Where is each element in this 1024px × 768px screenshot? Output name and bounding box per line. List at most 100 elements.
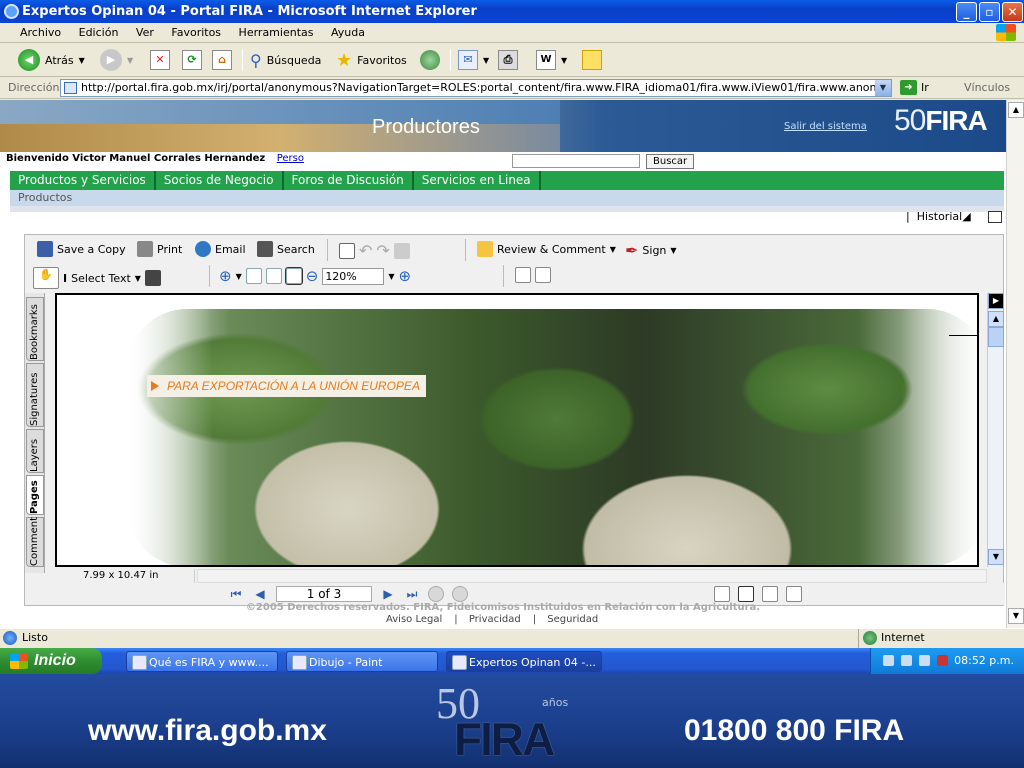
continuous-facing-icon[interactable] <box>786 586 802 602</box>
previous-page-icon[interactable]: ◀ <box>252 587 268 601</box>
footer-link-privacidad[interactable]: Privacidad <box>469 614 521 625</box>
chevron-down-icon[interactable]: ▼ <box>388 272 394 281</box>
edit-word-icon[interactable]: W <box>536 50 556 70</box>
print-button[interactable]: Print <box>157 243 182 256</box>
tab-layers[interactable]: Layers <box>26 429 44 473</box>
nav-socios-negocio[interactable]: Socios de Negocio <box>156 171 284 190</box>
links-label[interactable]: Vínculos <box>964 81 1010 94</box>
zoom-input[interactable]: 120% <box>322 267 385 285</box>
subnav-productos[interactable]: Productos <box>10 190 1004 206</box>
pdf-horizontal-scrollbar[interactable] <box>197 569 987 583</box>
security-shield-icon[interactable] <box>937 655 948 666</box>
task-expertos-opinan[interactable]: Expertos Opinan 04 -... <box>446 651 602 672</box>
next-page-icon[interactable]: ▶ <box>380 587 396 601</box>
previous-view-icon[interactable] <box>428 586 444 602</box>
clock[interactable]: 08:52 p.m. <box>954 648 1014 674</box>
page-menu-icon[interactable] <box>988 211 1002 223</box>
minimize-button[interactable]: _ <box>956 2 977 22</box>
chevron-down-icon[interactable]: ▼ <box>236 272 242 281</box>
search-button[interactable]: Search <box>277 243 315 256</box>
last-page-icon[interactable]: ⏭ <box>404 587 420 602</box>
task-que-es-fira[interactable]: Qué es FIRA y www.... <box>126 651 278 672</box>
zoom-in-circle-icon[interactable]: ⊕ <box>398 267 411 285</box>
facing-icon[interactable] <box>762 586 778 602</box>
scroll-down-icon[interactable]: ▼ <box>1008 608 1024 624</box>
nav-foros-discusion[interactable]: Foros de Discusión <box>284 171 414 190</box>
scroll-down-icon[interactable]: ▼ <box>988 549 1004 565</box>
refresh-icon[interactable]: ⟳ <box>182 50 202 70</box>
search-button[interactable]: Buscar <box>646 154 695 169</box>
select-text-button[interactable]: Select Text <box>71 272 131 285</box>
scroll-up-icon[interactable]: ▲ <box>1008 102 1024 118</box>
task-paint[interactable]: Dibujo - Paint <box>286 651 438 672</box>
chevron-down-icon[interactable]: ▼ <box>79 56 85 65</box>
chevron-down-icon[interactable]: ▼ <box>670 246 676 255</box>
fit-page-icon[interactable] <box>265 268 282 284</box>
scroll-up-icon[interactable]: ▲ <box>988 311 1004 327</box>
snapshot-icon[interactable] <box>144 270 161 286</box>
favorites-button[interactable]: ★ Favoritos <box>336 48 407 72</box>
page-arrow-icon[interactable]: ▶ <box>988 293 1004 309</box>
chevron-down-icon[interactable]: ▼ <box>610 245 616 254</box>
nav-servicios-linea[interactable]: Servicios en Linea <box>414 171 541 190</box>
scroll-thumb[interactable] <box>988 327 1004 347</box>
chevron-down-icon[interactable]: ▼ <box>135 274 141 283</box>
search-button[interactable]: ⚲ Búsqueda <box>250 48 321 72</box>
footer-link-aviso[interactable]: Aviso Legal <box>386 614 442 625</box>
forward-button[interactable]: ▶ ▼ <box>100 48 133 72</box>
copy-icon[interactable] <box>393 242 410 259</box>
back-button[interactable]: ◀ Atrás ▼ <box>18 48 85 72</box>
close-button[interactable]: ✕ <box>1002 2 1023 22</box>
first-page-icon[interactable]: ⏮ <box>228 587 244 602</box>
nav-productos-servicios[interactable]: Productos y Servicios <box>10 171 156 190</box>
volume-icon[interactable] <box>901 655 912 666</box>
network-icon[interactable] <box>883 655 894 666</box>
sign-button[interactable]: Sign <box>642 244 666 257</box>
page-number-input[interactable]: 1 of 3 <box>276 586 372 602</box>
mail-icon[interactable]: ✉ <box>458 50 478 70</box>
tab-signatures[interactable]: Signatures <box>26 363 44 427</box>
tab-comments[interactable]: Comment <box>26 517 44 567</box>
stop-icon[interactable]: ✕ <box>150 50 170 70</box>
single-page-icon[interactable] <box>714 586 730 602</box>
hand-tool-icon[interactable]: ✋ <box>33 267 59 289</box>
menu-favoritos[interactable]: Favoritos <box>164 23 228 39</box>
footer-link-seguridad[interactable]: Seguridad <box>547 614 598 625</box>
pdf-vertical-scrollbar[interactable]: ▶ ▲ ▼ <box>987 293 1004 567</box>
history-icon[interactable] <box>420 50 440 70</box>
menu-ayuda[interactable]: Ayuda <box>324 23 372 39</box>
chevron-down-icon[interactable]: ▼ <box>127 56 133 65</box>
menu-edicion[interactable]: Edición <box>72 23 126 39</box>
actual-size-icon[interactable] <box>245 268 262 284</box>
profile-link[interactable]: Perso <box>277 153 304 164</box>
fit-width-icon[interactable] <box>284 267 303 285</box>
email-button[interactable]: Email <box>215 243 246 256</box>
home-icon[interactable]: ⌂ <box>212 50 232 70</box>
address-input[interactable]: http://portal.fira.gob.mx/irj/portal/ano… <box>60 79 892 97</box>
next-view-icon[interactable] <box>452 586 468 602</box>
chevron-down-icon[interactable]: ▼ <box>875 80 891 96</box>
rotate-left-icon[interactable] <box>515 267 531 283</box>
chevron-down-icon[interactable]: ▼ <box>561 56 567 65</box>
review-comment-button[interactable]: Review & Comment <box>497 243 606 256</box>
zoom-out-icon[interactable]: ⊖ <box>306 267 319 285</box>
tab-pages[interactable]: Pages <box>26 475 44 515</box>
menu-herramientas[interactable]: Herramientas <box>232 23 321 39</box>
portal-search-input[interactable] <box>512 154 640 168</box>
save-copy-button[interactable]: Save a Copy <box>57 243 126 256</box>
tab-bookmarks[interactable]: Bookmarks <box>26 297 44 361</box>
print-icon[interactable]: ⎙ <box>498 50 518 70</box>
browser-scrollbar[interactable]: ▲ ▼ <box>1006 100 1024 628</box>
menu-archivo[interactable]: Archivo <box>0 23 68 39</box>
notes-icon[interactable] <box>582 50 602 70</box>
menu-ver[interactable]: Ver <box>129 23 161 39</box>
go-button[interactable]: ➜ Ir <box>900 80 929 95</box>
printer-tray-icon[interactable] <box>919 655 930 666</box>
undo-icon[interactable]: ↶ <box>359 241 372 260</box>
continuous-icon[interactable] <box>738 586 754 602</box>
chevron-down-icon[interactable]: ▼ <box>483 56 489 65</box>
rotate-right-icon[interactable] <box>535 267 551 283</box>
redo-icon[interactable]: ↷ <box>376 241 389 260</box>
zoom-in-icon[interactable]: ⊕ <box>219 267 232 285</box>
spellcheck-icon[interactable] <box>339 242 355 259</box>
